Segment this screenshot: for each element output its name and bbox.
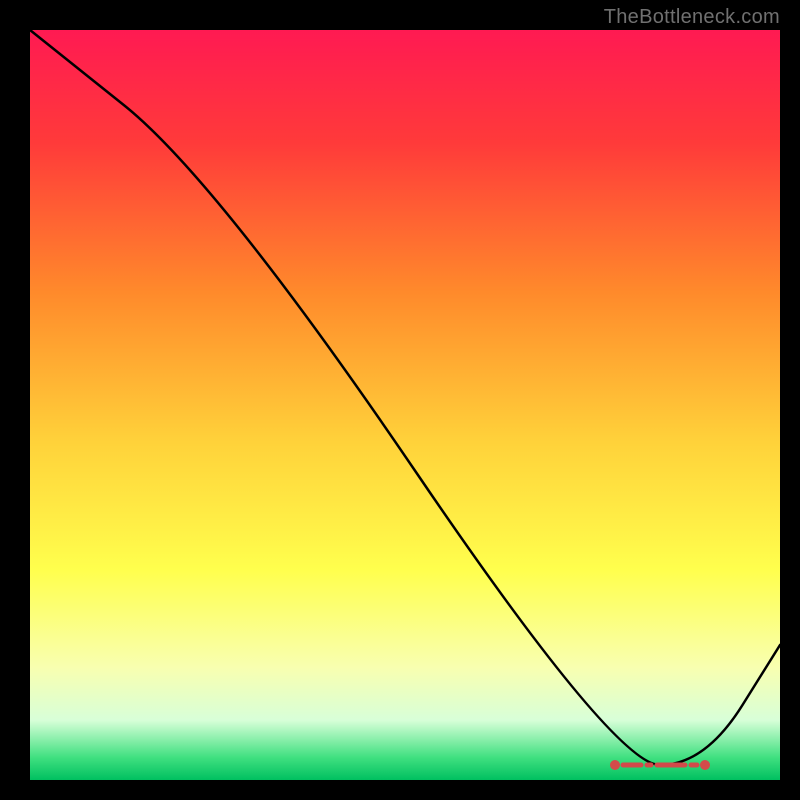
optimal-endpoint-marker	[610, 760, 620, 770]
gradient-background	[30, 30, 780, 780]
attribution-text: TheBottleneck.com	[604, 6, 780, 29]
chart-frame: TheBottleneck.com	[0, 0, 800, 800]
chart-svg	[30, 30, 780, 780]
optimal-endpoint-marker	[700, 760, 710, 770]
plot-area	[30, 30, 780, 780]
